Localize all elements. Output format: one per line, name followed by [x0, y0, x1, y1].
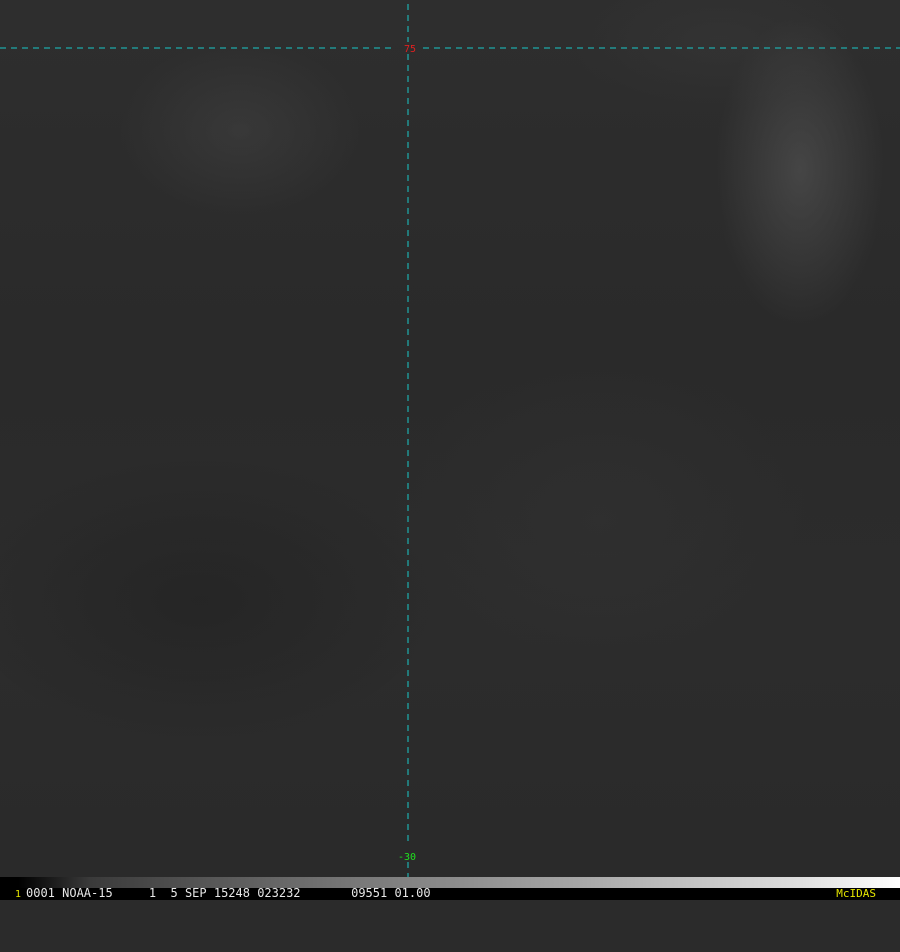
status-bar: 1 0001 NOAA-15 1 5 SEP 15248 023232 0955…	[0, 877, 900, 900]
graticule-overlay: 75 -30	[0, 4, 900, 877]
image-info-line: 1 0001 NOAA-15 1 5 SEP 15248 023232 0955…	[0, 886, 900, 901]
latitude-label-bottom: -30	[398, 852, 416, 863]
latitude-label-top: 75	[404, 44, 416, 55]
brand-label: McIDAS	[836, 887, 876, 900]
frame-number: 1	[15, 889, 22, 900]
image-header-text: 0001 NOAA-15 1 5 SEP 15248 023232 09551 …	[26, 886, 431, 900]
